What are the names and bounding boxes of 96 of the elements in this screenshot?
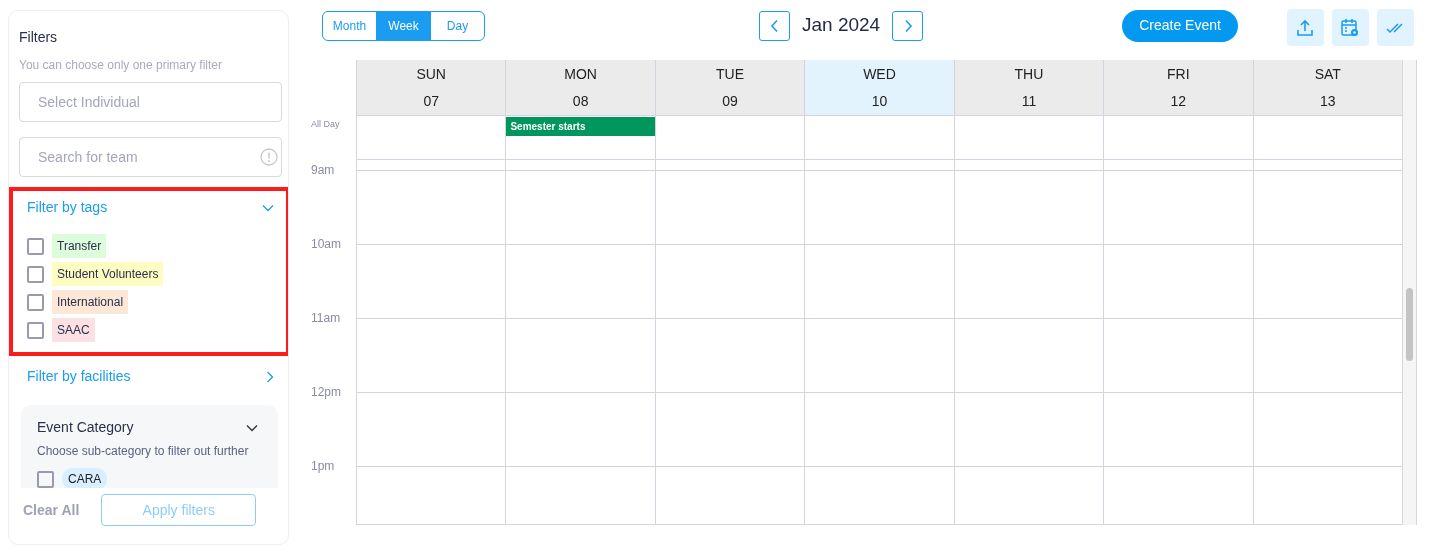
calendar-settings-button[interactable] [1331,9,1369,46]
time-slot[interactable] [356,319,506,393]
time-slot[interactable] [654,171,805,245]
scrollbar[interactable] [1402,60,1417,525]
time-slot[interactable] [505,171,655,245]
time-slot[interactable] [804,467,954,525]
previous-button[interactable] [759,10,790,41]
all-day-cell[interactable] [1103,116,1253,160]
weekday-label: TUE [716,64,745,84]
info-icon [260,148,278,166]
time-slot[interactable] [1252,160,1402,171]
time-slot[interactable] [1103,245,1253,319]
mark-all-button[interactable] [1376,9,1414,46]
time-slot[interactable] [356,393,506,467]
filter-facilities-toggle[interactable]: Filter by facilities [27,366,131,387]
time-label: 1pm [311,458,336,475]
tag-label: International [52,290,129,314]
all-day-cell[interactable] [356,116,506,160]
date-label: 09 [722,91,738,111]
time-slot[interactable] [1103,319,1253,393]
weekday-label: SUN [416,64,446,84]
team-search-field[interactable]: Search for team [19,137,282,177]
date-label: 10 [871,91,888,111]
time-slot[interactable] [505,245,655,319]
time-slot[interactable] [1103,160,1253,171]
all-day-cell[interactable] [953,116,1104,160]
event-bar[interactable]: Semester starts [506,117,655,136]
view-tab[interactable]: Week [376,10,431,41]
view-tab[interactable]: Month [322,10,377,41]
time-slot[interactable] [505,160,655,171]
checkbox[interactable] [27,293,44,311]
tag-label: SAAC [52,318,95,342]
date-label: 07 [423,91,439,111]
time-slot[interactable] [804,319,954,393]
view-tab[interactable]: Day [430,10,485,41]
upload-button[interactable] [1286,9,1324,46]
time-slot[interactable] [953,319,1104,393]
time-label: 12pm [311,384,343,401]
time-slot[interactable] [654,393,805,467]
checkbox[interactable] [27,265,44,283]
chevron-left-icon [769,18,780,33]
category-hint: Choose sub-category to filter out further [37,443,250,460]
weekday-label: WED [863,64,896,84]
filter-tags-toggle[interactable]: Filter by tags [27,197,108,218]
category-title: Event Category [37,418,134,437]
weekday-label: THU [1014,64,1044,84]
time-slot[interactable] [804,245,954,319]
time-slot[interactable] [953,393,1104,467]
create-event-button[interactable]: Create Event [1122,9,1238,42]
time-slot[interactable] [953,160,1104,171]
time-slot[interactable] [953,245,1104,319]
all-day-cell[interactable] [654,116,805,160]
next-button[interactable] [892,10,924,41]
time-slot[interactable] [505,467,655,525]
filters-hint: You can choose only one primary filter [19,57,223,74]
time-slot[interactable] [804,393,954,467]
time-slot[interactable] [654,467,805,525]
date-label: 11 [1021,91,1037,111]
all-day-cell[interactable]: Semester starts [505,116,655,160]
time-slot[interactable] [1103,171,1253,245]
date-label: 12 [1170,91,1187,111]
scroll-thumb[interactable] [1406,288,1413,361]
category-chip: CARA [62,468,108,490]
time-slot[interactable] [1103,467,1253,525]
time-label: 10am [311,236,343,253]
weekday-label: SAT [1314,64,1341,84]
individual-select[interactable]: Select Individual [19,82,282,122]
weekday-label: MON [564,64,597,84]
time-label: 11am [311,310,342,327]
time-slot[interactable] [356,171,506,245]
time-slot[interactable] [804,171,954,245]
time-slot[interactable] [654,160,805,171]
time-slot[interactable] [654,319,805,393]
weekday-label: FRI [1167,64,1190,84]
date-label: 08 [572,91,589,111]
clear-all-button[interactable]: Clear All [23,499,80,521]
time-slot[interactable] [953,467,1104,525]
date-label: 13 [1320,91,1336,111]
filters-title: Filters [19,28,59,47]
time-slot[interactable] [505,319,655,393]
tag-label: Student Volunteers [52,262,164,286]
all-day-cell[interactable] [804,116,954,160]
checkbox[interactable] [27,237,44,255]
time-slot[interactable] [953,171,1104,245]
tag-label: Transfer [52,234,107,258]
time-slot[interactable] [356,245,506,319]
time-slot[interactable] [1103,393,1253,467]
time-slot[interactable] [505,393,655,467]
period-title: Jan 2024 [801,13,882,38]
time-label: 9am [311,162,336,179]
time-slot[interactable] [654,245,805,319]
checkbox[interactable] [27,321,44,339]
all-day-label: All Day [311,118,341,131]
time-slot[interactable] [804,160,954,171]
time-slot[interactable] [356,160,506,171]
time-slot[interactable] [356,467,506,525]
